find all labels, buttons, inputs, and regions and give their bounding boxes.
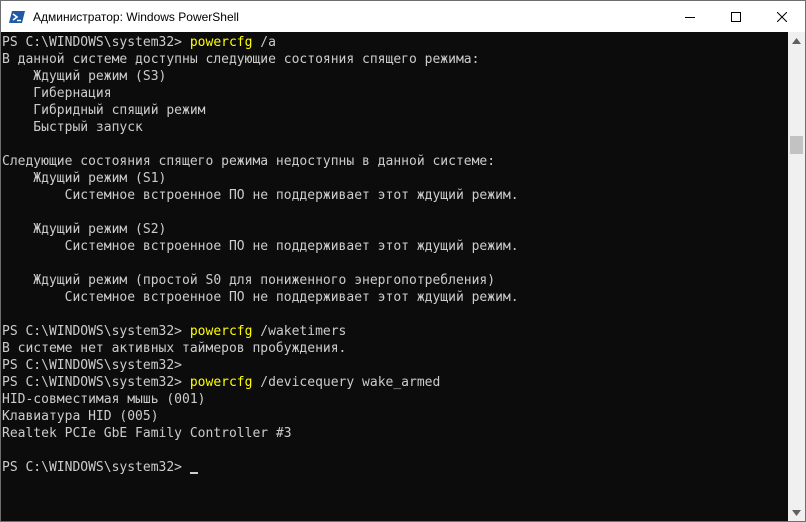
minimize-icon	[685, 16, 695, 18]
powershell-icon	[9, 10, 25, 23]
output-text: Следующие состояния спящего режима недос…	[2, 154, 496, 169]
scroll-thumb[interactable]	[790, 136, 803, 154]
console-line: Системное встроенное ПО не поддерживает …	[2, 238, 519, 255]
text-cursor	[189, 472, 198, 474]
output-text: PS C:\WINDOWS\system32>	[2, 358, 183, 373]
chevron-down-icon	[792, 509, 801, 516]
prompt-text: PS C:\WINDOWS\system32>	[2, 460, 190, 475]
console-line: PS C:\WINDOWS\system32>	[2, 459, 519, 476]
console-line: Клавиатура HID (005)	[2, 408, 519, 425]
output-text: Ждущий режим (S2)	[2, 222, 167, 237]
window-title: Администратор: Windows PowerShell	[33, 9, 239, 24]
output-text: В данной системе доступны следующие сост…	[2, 52, 480, 67]
command-args: /devicequery wake_armed	[252, 375, 441, 390]
console-output: PS C:\WINDOWS\system32> powercfg /a В дан…	[2, 34, 519, 476]
scroll-up-button[interactable]	[788, 32, 805, 49]
minimize-button[interactable]	[667, 1, 713, 32]
output-text: Быстрый запуск	[2, 120, 143, 135]
output-text: Клавиатура HID (005)	[2, 409, 159, 424]
command-text: powercfg	[189, 324, 253, 339]
vertical-scrollbar[interactable]	[788, 32, 805, 521]
output-text: Ждущий режим (S3)	[2, 69, 167, 84]
prompt-text: PS C:\WINDOWS\system32>	[2, 375, 190, 390]
console-line: Ждущий режим (S3)	[2, 68, 519, 85]
output-text: Системное встроенное ПО не поддерживает …	[2, 290, 519, 305]
close-button[interactable]	[759, 1, 805, 32]
output-text: Realtek PCIe GbE Family Controller #3	[2, 426, 292, 441]
output-text: HID-совместимая мышь (001)	[2, 392, 206, 407]
console-line: Realtek PCIe GbE Family Controller #3	[2, 425, 519, 442]
output-text: Системное встроенное ПО не поддерживает …	[2, 188, 519, 203]
console-line: В системе нет активных таймеров пробужде…	[2, 340, 519, 357]
output-text: Гибернация	[2, 86, 112, 101]
console-line: PS C:\WINDOWS\system32> powercfg /waketi…	[2, 323, 519, 340]
maximize-button[interactable]	[713, 1, 759, 32]
console-line: Системное встроенное ПО не поддерживает …	[2, 289, 519, 306]
window-controls	[667, 1, 805, 32]
console-line: Системное встроенное ПО не поддерживает …	[2, 187, 519, 204]
console-line: Следующие состояния спящего режима недос…	[2, 153, 519, 170]
console-line: Гибридный спящий режим	[2, 102, 519, 119]
output-text: Ждущий режим (простой S0 для пониженного…	[2, 273, 496, 288]
console-line: HID-совместимая мышь (001)	[2, 391, 519, 408]
title-bar[interactable]: Администратор: Windows PowerShell	[1, 1, 805, 32]
console-area[interactable]: PS C:\WINDOWS\system32> powercfg /a В дан…	[1, 32, 788, 521]
prompt-text: PS C:\WINDOWS\system32>	[2, 324, 190, 339]
console-line: PS C:\WINDOWS\system32> powercfg /device…	[2, 374, 519, 391]
console-line: Ждущий режим (S2)	[2, 221, 519, 238]
powershell-window: Администратор: Windows PowerShell PS C:\…	[0, 0, 806, 522]
output-text: Системное встроенное ПО не поддерживает …	[2, 239, 519, 254]
command-args: /a	[252, 35, 276, 50]
close-icon	[777, 11, 787, 22]
console-line: Гибернация	[2, 85, 519, 102]
console-line: PS C:\WINDOWS\system32>	[2, 357, 519, 374]
console-line: Ждущий режим (простой S0 для пониженного…	[2, 272, 519, 289]
output-text: Гибридный спящий режим	[2, 103, 206, 118]
console-line: Ждущий режим (S1)	[2, 170, 519, 187]
command-text: powercfg	[189, 375, 253, 390]
output-text: Ждущий режим (S1)	[2, 171, 167, 186]
command-args: /waketimers	[252, 324, 347, 339]
output-text: В системе нет активных таймеров пробужде…	[2, 341, 347, 356]
command-text: powercfg	[189, 35, 253, 50]
prompt-text: PS C:\WINDOWS\system32>	[2, 35, 190, 50]
scroll-down-button[interactable]	[788, 504, 805, 521]
console-line: В данной системе доступны следующие сост…	[2, 51, 519, 68]
console-line: PS C:\WINDOWS\system32> powercfg /a	[2, 34, 519, 51]
maximize-icon	[731, 11, 741, 22]
chevron-up-icon	[792, 37, 801, 44]
console-line: Быстрый запуск	[2, 119, 519, 136]
